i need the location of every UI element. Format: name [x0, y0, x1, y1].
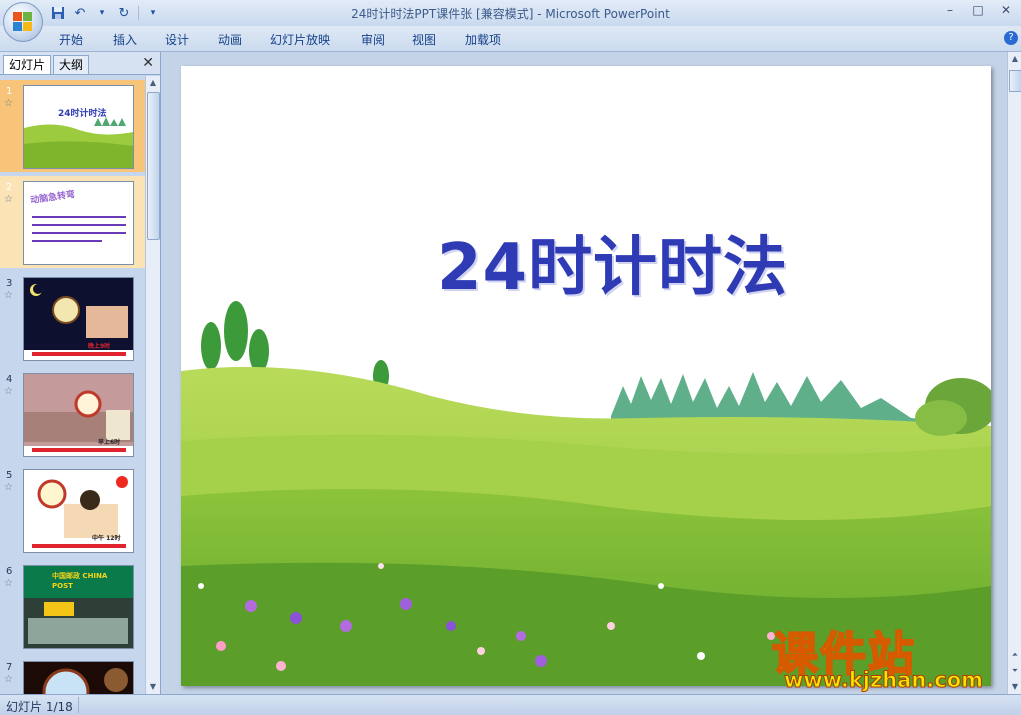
tab-home[interactable]: 开始 — [59, 31, 83, 48]
slide-thumb-5[interactable]: 5 ☆ 中午 12时 — [0, 464, 145, 556]
minimize-button[interactable]: – — [943, 3, 957, 17]
tab-view[interactable]: 视图 — [412, 31, 436, 48]
slides-panel: 幻灯片 大纲 ✕ 1 ☆ 24时计时法 2 ☆ 动脑急转弯 3 ☆ 晚上9时 4… — [0, 52, 161, 694]
animation-star-icon: ☆ — [4, 386, 13, 397]
slide-scrollbar[interactable]: ▲ ⏶ ⏷ ▼ — [1007, 52, 1021, 694]
tab-design[interactable]: 设计 — [165, 31, 189, 48]
scroll-down-icon[interactable]: ▼ — [1008, 680, 1021, 694]
slide-thumb-4[interactable]: 4 ☆ 早上6时 — [0, 368, 145, 460]
maximize-button[interactable]: □ — [971, 3, 985, 17]
qat-separator — [138, 6, 139, 20]
panel-tabs: 幻灯片 大纲 ✕ — [0, 52, 160, 75]
meadow-background — [181, 66, 991, 686]
customize-qat-button[interactable]: ▾ — [145, 5, 161, 21]
next-slide-icon[interactable]: ⏷ — [1008, 664, 1021, 678]
status-separator — [78, 697, 79, 713]
title-bar: ↶ ▾ ↻ ▾ 24时计时法PPT课件张 [兼容模式] - Microsoft … — [0, 0, 1021, 42]
prev-slide-icon[interactable]: ⏶ — [1008, 648, 1021, 662]
chevron-down-icon[interactable]: ▾ — [94, 5, 110, 21]
tab-slides[interactable]: 幻灯片 — [3, 55, 52, 74]
thumb-title: 24时计时法 — [58, 109, 107, 119]
scrollbar-thumb[interactable] — [147, 92, 160, 240]
slide-thumbnails: 1 ☆ 24时计时法 2 ☆ 动脑急转弯 3 ☆ 晚上9时 4 ☆ 早上6时 5… — [0, 76, 145, 694]
slide-thumb-7[interactable]: 7 ☆ — [0, 656, 145, 694]
office-logo-icon — [13, 12, 33, 32]
tab-review[interactable]: 审阅 — [361, 31, 385, 48]
ribbon-tabs: 开始 插入 设计 动画 幻灯片放映 审阅 视图 加载项 — [0, 26, 1021, 52]
animation-star-icon: ☆ — [4, 674, 13, 685]
animation-star-icon: ☆ — [4, 482, 13, 493]
thumbnail-image: 中国邮政 CHINA POST — [23, 565, 134, 649]
slide-thumb-6[interactable]: 6 ☆ 中国邮政 CHINA POST — [0, 560, 145, 652]
slide-number: 3 — [6, 278, 13, 289]
slide-thumb-3[interactable]: 3 ☆ 晚上9时 — [0, 272, 145, 364]
slide-number: 5 — [6, 470, 13, 481]
slide-thumb-2[interactable]: 2 ☆ 动脑急转弯 — [0, 176, 145, 268]
thumbnail-image: 晚上9时 — [23, 277, 134, 361]
thumbnail-scrollbar[interactable]: ▲ ▼ — [145, 76, 160, 694]
thumbnail-image: 24时计时法 — [23, 85, 134, 169]
animation-star-icon: ☆ — [4, 578, 13, 589]
thumbnail-image: 中午 12时 — [23, 469, 134, 553]
slide-number: 1 — [6, 86, 13, 97]
tab-outline[interactable]: 大纲 — [53, 55, 90, 74]
tab-animations[interactable]: 动画 — [218, 31, 242, 48]
save-icon[interactable] — [50, 5, 66, 21]
redo-icon[interactable]: ↻ — [116, 5, 132, 21]
slide-title[interactable]: 24时计时法 — [437, 216, 788, 308]
office-button[interactable] — [3, 2, 43, 42]
watermark-url: www.kjzhan.com — [783, 668, 984, 693]
tab-addins[interactable]: 加载项 — [465, 31, 501, 48]
undo-icon[interactable]: ↶ — [72, 5, 88, 21]
slide-editor: 24时计时法 课件站 www.kjzhan.com — [161, 52, 1007, 694]
watermark-logo: 课件站 www.kjzhan.com — [771, 618, 1012, 694]
slide-canvas[interactable]: 24时计时法 — [181, 66, 991, 686]
window-controls: – □ ✕ — [943, 3, 1013, 17]
scroll-up-icon[interactable]: ▲ — [1008, 52, 1021, 66]
slide-number: 6 — [6, 566, 13, 577]
quick-access-toolbar: ↶ ▾ ↻ ▾ — [50, 4, 161, 22]
animation-star-icon: ☆ — [4, 194, 13, 205]
slide-count-status: 幻灯片 1/18 — [6, 700, 73, 714]
close-button[interactable]: ✕ — [999, 3, 1013, 17]
slide-number: 4 — [6, 374, 13, 385]
help-icon[interactable]: ? — [1004, 31, 1018, 45]
animation-star-icon: ☆ — [4, 290, 13, 301]
slide-number: 2 — [6, 182, 13, 193]
tab-insert[interactable]: 插入 — [113, 31, 137, 48]
thumbnail-image — [23, 661, 134, 694]
thumb-title: 中午 12时 — [92, 535, 121, 542]
scroll-down-icon[interactable]: ▼ — [146, 680, 160, 694]
thumbnail-image: 动脑急转弯 — [23, 181, 134, 265]
scrollbar-thumb[interactable] — [1009, 70, 1021, 92]
status-bar: 幻灯片 1/18 — [0, 694, 1021, 715]
animation-star-icon: ☆ — [4, 98, 13, 109]
thumb-title: 中国邮政 CHINA POST — [52, 572, 108, 590]
scroll-up-icon[interactable]: ▲ — [146, 76, 160, 90]
slide-thumb-1[interactable]: 1 ☆ 24时计时法 — [0, 80, 145, 172]
thumb-title: 晚上9时 — [88, 343, 111, 350]
thumbnail-image: 早上6时 — [23, 373, 134, 457]
thumb-title: 早上6时 — [98, 439, 121, 446]
slide-number: 7 — [6, 662, 13, 673]
tab-slideshow[interactable]: 幻灯片放映 — [270, 31, 330, 48]
close-icon[interactable]: ✕ — [142, 55, 154, 71]
